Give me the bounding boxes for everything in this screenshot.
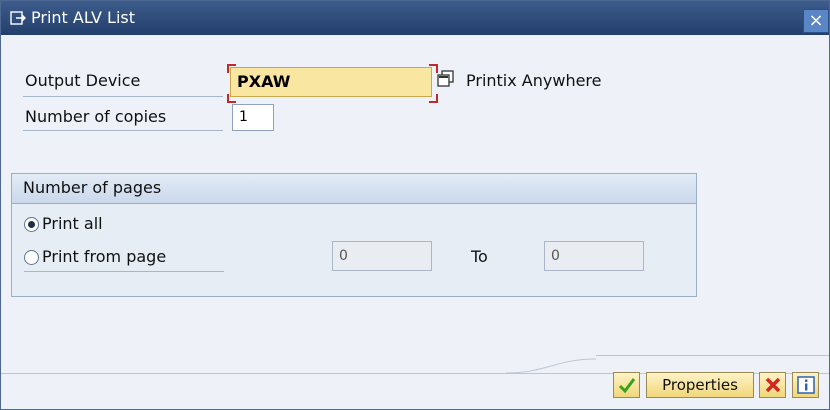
close-button[interactable]: × [803, 9, 829, 33]
title-bar: Print ALV List × [1, 1, 829, 35]
print-dialog-icon [10, 11, 26, 25]
print-from-page-label: Print from page [42, 247, 167, 266]
info-icon [797, 376, 815, 394]
print-all-radio[interactable] [24, 217, 39, 232]
footer-top-line [596, 355, 829, 356]
radio-selected-dot [28, 221, 35, 228]
checkmark-icon [618, 378, 636, 394]
copies-field[interactable]: 1 [232, 104, 274, 131]
continue-button[interactable] [613, 372, 640, 398]
required-bracket [227, 94, 236, 103]
print-alv-dialog: Print ALV List × Output Device PXAW Prin… [0, 0, 830, 410]
print-all-label: Print all [42, 214, 103, 233]
from-page-field[interactable]: 0 [332, 241, 432, 271]
output-device-field[interactable]: PXAW [230, 67, 432, 97]
copies-label: Number of copies [25, 107, 167, 126]
copies-label-underline [23, 130, 223, 131]
cancel-x-icon [765, 377, 781, 393]
to-page-field[interactable]: 0 [544, 241, 644, 271]
print-from-page-radio[interactable] [24, 250, 39, 265]
output-device-label-underline [23, 96, 223, 97]
possible-entries-icon[interactable] [437, 70, 455, 88]
group-title: Number of pages [23, 178, 162, 197]
group-header: Number of pages [12, 174, 696, 204]
output-device-label: Output Device [25, 71, 141, 90]
number-of-pages-group: Number of pages Print all Print from pag… [11, 173, 697, 297]
close-icon: × [808, 10, 824, 31]
to-label: To [471, 247, 488, 266]
info-button[interactable] [792, 372, 819, 398]
required-bracket [429, 94, 438, 103]
required-bracket [227, 64, 236, 73]
print-from-underline [24, 271, 224, 272]
dialog-title: Print ALV List [31, 8, 135, 27]
output-device-description: Printix Anywhere [466, 71, 602, 90]
footer-curve [506, 358, 596, 374]
cancel-button[interactable] [759, 372, 786, 398]
properties-button[interactable]: Properties [646, 372, 754, 398]
